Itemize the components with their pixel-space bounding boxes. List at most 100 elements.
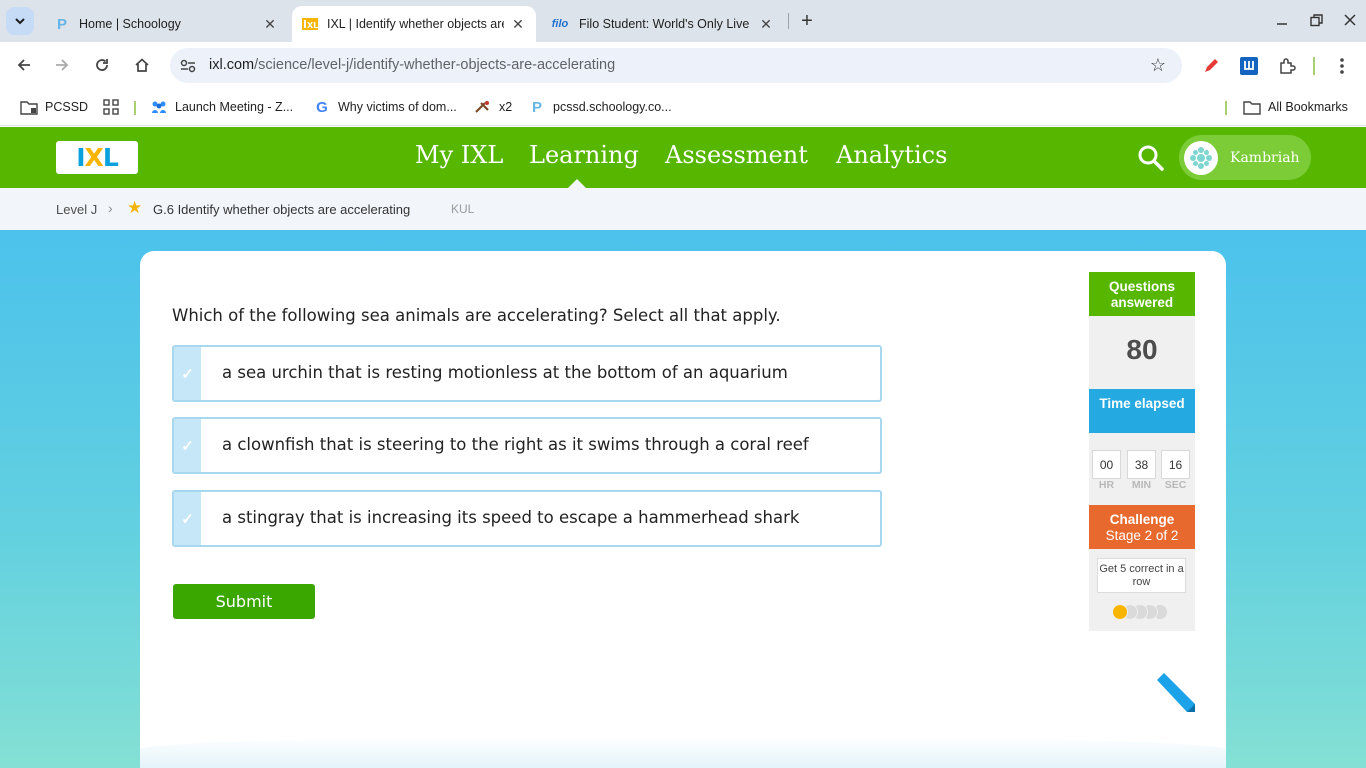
bookmark-pcssd[interactable]: PCSSD [20,97,88,117]
bookmark-launch-meeting[interactable]: Launch Meeting - Z... [150,97,293,117]
bottom-wave-decoration [140,736,1226,768]
practice-card: Which of the following sea animals are a… [140,251,1226,768]
tab-strip: P Home | Schoology ✕ XL IXL | Identify w… [0,0,1366,42]
toolbar-separator [1313,57,1315,75]
breadcrumb-skill: G.6 Identify whether objects are acceler… [153,202,411,217]
time-minutes: 38 [1127,450,1156,479]
chevron-right-icon: › [108,200,113,216]
ixl-logo[interactable]: IXL [56,141,138,174]
challenge-label: Challenge [1109,512,1175,527]
nav-my-ixl[interactable]: My IXL [415,141,503,169]
challenge-progress [1112,604,1182,620]
tab-filo[interactable]: filo Filo Student: World's Only Live Ins… [540,6,784,42]
skill-code: KUL [451,202,475,216]
new-tab-button[interactable]: + [795,9,819,33]
answer-option-text: a stingray that is increasing its speed … [222,508,800,527]
extensions-puzzle-icon[interactable] [1276,55,1298,77]
reload-icon [96,59,108,71]
ixl-icon: XL [302,16,318,32]
back-button[interactable] [10,51,38,79]
bookmark-label: Why victims of dom... [338,100,457,114]
progress-sidebar: Questions answered 80 Time elapsed 00 38… [1089,272,1195,631]
pen-extension-icon[interactable] [1200,55,1222,77]
challenge-stage: Stage 2 of 2 [1105,528,1179,543]
star-icon: ★ [127,198,143,217]
close-tab-icon[interactable]: ✕ [758,16,774,32]
answer-option[interactable]: ✓ a clownfish that is steering to the ri… [172,417,882,474]
tab-schoology[interactable]: P Home | Schoology ✕ [44,6,288,42]
bookmark-separator [134,101,136,115]
nav-analytics[interactable]: Analytics [836,141,947,169]
tab-title: Filo Student: World's Only Live Instant … [579,17,752,31]
extension-blue-icon[interactable] [1238,55,1260,77]
minimize-icon [1277,23,1287,25]
user-menu[interactable]: Kambriah [1179,135,1311,180]
close-tab-icon[interactable]: ✕ [262,16,278,32]
pencil-icon[interactable] [1153,671,1198,716]
close-icon [1344,14,1356,26]
close-window-button[interactable] [1334,6,1366,34]
time-elapsed-label: Time elapsed [1089,389,1195,433]
challenge-header: Challenge Stage 2 of 2 [1089,505,1195,549]
bookmark-why-victims[interactable]: G Why victims of dom... [313,97,457,117]
breadcrumb: Level J › ★ G.6 Identify whether objects… [0,188,1366,230]
bookmark-label: Launch Meeting - Z... [175,100,294,114]
progress-dot [1112,604,1128,620]
logo-letter: L [102,143,119,172]
bookmarks-bar: PCSSD Launch Meeting - Z... G Why victim… [0,88,1366,126]
close-tab-icon[interactable]: ✕ [510,16,526,32]
schoology-icon: P [531,98,542,116]
url-host: ixl.com [209,57,255,73]
search-icon[interactable] [1136,143,1166,173]
svg-text:XL: XL [307,21,318,30]
site-info-icon[interactable] [178,56,198,76]
breadcrumb-level[interactable]: Level J [56,202,97,217]
active-nav-indicator [568,179,586,188]
bookmark-x2[interactable]: x2 [474,97,512,117]
bookmark-label: PCSSD [45,100,89,114]
checkmark-icon: ✓ [174,492,201,545]
challenge-goal: Get 5 correct in a row [1097,558,1186,593]
forward-button[interactable] [48,51,76,79]
nav-assessment[interactable]: Assessment [665,141,808,169]
tab-search-dropdown-button[interactable] [6,7,34,35]
url-path: /science/level-j/identify-whether-object… [254,57,616,73]
answer-option-text: a sea urchin that is resting motionless … [222,363,788,382]
home-button[interactable] [128,51,156,79]
time-unit-label: MIN [1131,479,1152,491]
tab-ixl[interactable]: XL IXL | Identify whether objects are ac… [292,6,536,42]
nav-learning[interactable]: Learning [529,141,639,169]
plus-icon: + [801,9,813,32]
google-icon: G [316,98,328,116]
tab-title: IXL | Identify whether objects are accel… [327,17,504,31]
reload-button[interactable] [88,51,116,79]
address-bar[interactable]: ixl.com/science/level-j/identify-whether… [170,48,1182,83]
menu-kebab-icon[interactable] [1331,55,1353,77]
folder-icon [20,98,38,116]
home-icon [135,58,149,72]
bookmark-star-icon[interactable]: ☆ [1148,55,1168,75]
all-bookmarks[interactable]: All Bookmarks [1243,97,1348,117]
all-bookmarks-label: All Bookmarks [1268,100,1348,114]
submit-button[interactable]: Submit [173,584,315,619]
restore-button[interactable] [1300,6,1332,34]
ixl-top-nav: IXL My IXL Learning Assessment Analytics… [0,127,1366,188]
folder-icon [1243,98,1261,116]
minimize-button[interactable] [1266,6,1298,34]
url-text: ixl.com/science/level-j/identify-whether… [209,57,615,73]
bookmark-pcssd-schoology[interactable]: P pcssd.schoology.co... [528,97,672,117]
tab-separator [788,13,789,29]
x2-icon [474,98,492,116]
user-name: Kambriah [1230,149,1300,166]
time-unit-label: SEC [1164,479,1187,491]
restore-icon [1309,13,1323,26]
avatar [1184,140,1218,175]
filo-icon: filo [551,18,569,30]
chevron-down-icon [15,18,25,25]
time-hours: 00 [1092,450,1121,479]
time-unit-label: HR [1098,479,1115,491]
bookmark-apps[interactable] [102,97,127,117]
answer-option[interactable]: ✓ a sea urchin that is resting motionles… [172,345,882,402]
answer-option[interactable]: ✓ a stingray that is increasing its spee… [172,490,882,547]
checkmark-icon: ✓ [174,347,201,400]
